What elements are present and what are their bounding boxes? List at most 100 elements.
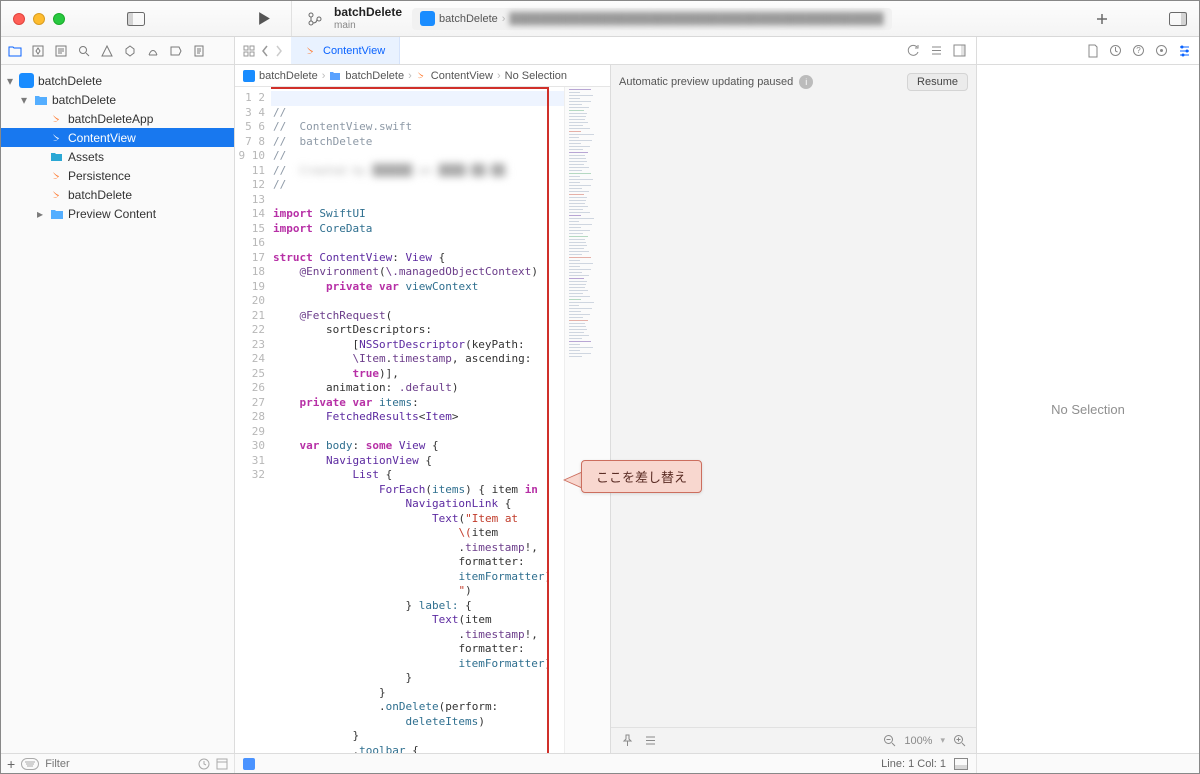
disclosure-triangle-icon[interactable]: ▸ (35, 207, 45, 221)
swift-file-icon (49, 187, 64, 202)
bottom-pane-icon[interactable] (954, 758, 968, 770)
related-items-icon[interactable] (243, 45, 255, 57)
inspector-selector-bar: ? (976, 37, 1199, 64)
tab-label: ContentView (323, 45, 385, 57)
callout-pointer (563, 472, 581, 488)
identity-inspector-icon[interactable] (1155, 44, 1168, 57)
jumpbar-project: batchDelete (259, 70, 318, 82)
folder-icon (49, 206, 64, 221)
disclosure-triangle-icon[interactable]: ▾ (19, 93, 29, 107)
info-icon[interactable]: i (799, 75, 813, 89)
zoom-window-button[interactable] (53, 13, 65, 25)
file-label: Assets (68, 150, 228, 164)
scheme-destination-bar: batchDelete main batchDelete › █████████… (291, 1, 1119, 36)
line-gutter: 1 2 3 4 5 6 7 8 9 10 11 12 13 14 15 16 1… (235, 87, 271, 753)
inspector-empty-label: No Selection (1051, 402, 1125, 417)
find-navigator-icon[interactable] (76, 43, 91, 58)
project-navigator-icon[interactable] (7, 43, 22, 58)
source-control-icon[interactable] (306, 10, 324, 28)
destination-label: batchDelete (439, 13, 498, 25)
jumpbar-file: ContentView (431, 70, 493, 82)
navigator-folder[interactable]: ▸ Preview Content (1, 204, 234, 223)
breakpoint-navigator-icon[interactable] (168, 43, 183, 58)
status-bar: + Line: 1 Col: 1 (1, 753, 1199, 773)
minimize-window-button[interactable] (33, 13, 45, 25)
report-navigator-icon[interactable] (191, 43, 206, 58)
navigator-filter-input[interactable] (45, 758, 192, 770)
file-label: batchDelete (68, 188, 228, 202)
source-control-navigator-icon[interactable] (30, 43, 45, 58)
nav-forward-icon[interactable] (275, 45, 283, 57)
toggle-navigator-icon[interactable] (127, 10, 145, 28)
issue-navigator-icon[interactable] (99, 43, 114, 58)
run-button[interactable] (255, 10, 273, 28)
destination-device-blurred: ████████████████████████████████████████… (509, 13, 883, 25)
swift-file-icon (49, 111, 64, 126)
file-label: ContentView (68, 131, 228, 145)
debug-navigator-icon[interactable] (145, 43, 160, 58)
attributes-inspector-icon[interactable] (1178, 44, 1191, 57)
annotation-callout: ここを差し替え (581, 460, 702, 493)
navigator-file[interactable]: Assets (1, 147, 234, 166)
canvas-bottom-bar: 100%▾ (611, 727, 976, 753)
assets-icon (49, 149, 64, 164)
file-inspector-icon[interactable] (1087, 44, 1099, 58)
zoom-out-icon[interactable] (883, 734, 896, 747)
help-inspector-icon[interactable]: ? (1132, 44, 1145, 57)
file-label: batchDeleteApp (68, 112, 228, 126)
scheme-branch: main (334, 20, 402, 31)
debug-area-toggle-icon[interactable] (243, 758, 255, 770)
swift-file-icon (305, 45, 317, 57)
scheme-name: batchDelete (334, 6, 402, 19)
resume-button[interactable]: Resume (907, 73, 968, 91)
xcode-app-icon (420, 11, 435, 26)
close-window-button[interactable] (13, 13, 25, 25)
history-inspector-icon[interactable] (1109, 44, 1122, 57)
scm-filter-icon[interactable] (216, 758, 228, 770)
titlebar: batchDelete main batchDelete › █████████… (1, 1, 1199, 37)
window-controls (1, 13, 77, 25)
filter-scope-icon[interactable] (21, 758, 39, 770)
minimap-toggle-icon[interactable] (953, 44, 966, 57)
tab-contentview[interactable]: ContentView (291, 37, 400, 64)
editor-refresh-icon[interactable] (907, 44, 920, 57)
navigator-selector-bar (1, 37, 235, 64)
editor-status-bar: Line: 1 Col: 1 (235, 754, 976, 773)
navigator-file[interactable]: batchDelete (1, 185, 234, 204)
project-root[interactable]: ▾ batchDelete (1, 71, 234, 90)
swift-file-icon (416, 70, 427, 81)
navigator-file[interactable]: Persistence (1, 166, 234, 185)
editor-nav-buttons (235, 45, 291, 57)
preview-settings-icon[interactable] (644, 734, 657, 747)
navigator-file-selected[interactable]: ContentView (1, 128, 234, 147)
folder-label: Preview Content (68, 207, 228, 221)
navigator-file[interactable]: batchDeleteApp (1, 109, 234, 128)
preview-banner: Automatic preview updating paused i Resu… (619, 73, 968, 91)
inspector-panel: No Selection (976, 65, 1199, 753)
xcode-project-icon (19, 73, 34, 88)
zoom-level[interactable]: 100% (904, 735, 932, 747)
test-navigator-icon[interactable] (122, 43, 137, 58)
zoom-in-icon[interactable] (953, 734, 966, 747)
editor-options-buttons (897, 44, 976, 57)
add-file-icon[interactable]: + (7, 756, 15, 772)
navigator-folder[interactable]: ▾ batchDelete (1, 90, 234, 109)
jump-bar[interactable]: batchDelete › batchDelete › ContentView … (235, 65, 610, 87)
project-navigator: ▾ batchDelete ▾ batchDelete batchDeleteA… (1, 65, 235, 753)
adjust-editor-icon[interactable] (930, 44, 943, 57)
add-editor-button[interactable] (1093, 10, 1111, 28)
jumpbar-folder: batchDelete (345, 70, 404, 82)
secondary-toolbar: ContentView ? (1, 37, 1199, 65)
code-area[interactable]: // // ContentView.swift // batchDelete /… (271, 87, 564, 753)
folder-icon (33, 92, 48, 107)
minimap[interactable]: document.write(Array.from({length:90},(_… (564, 87, 610, 753)
toggle-inspector-icon[interactable] (1169, 10, 1187, 28)
pin-preview-icon[interactable] (621, 734, 634, 747)
symbol-navigator-icon[interactable] (53, 43, 68, 58)
disclosure-triangle-icon[interactable]: ▾ (5, 74, 15, 88)
nav-back-icon[interactable] (261, 45, 269, 57)
scheme-selector[interactable]: batchDelete main (334, 6, 402, 30)
recent-files-icon[interactable] (198, 758, 210, 770)
run-destination[interactable]: batchDelete › ██████████████████████████… (412, 8, 891, 30)
folder-icon (329, 71, 341, 81)
